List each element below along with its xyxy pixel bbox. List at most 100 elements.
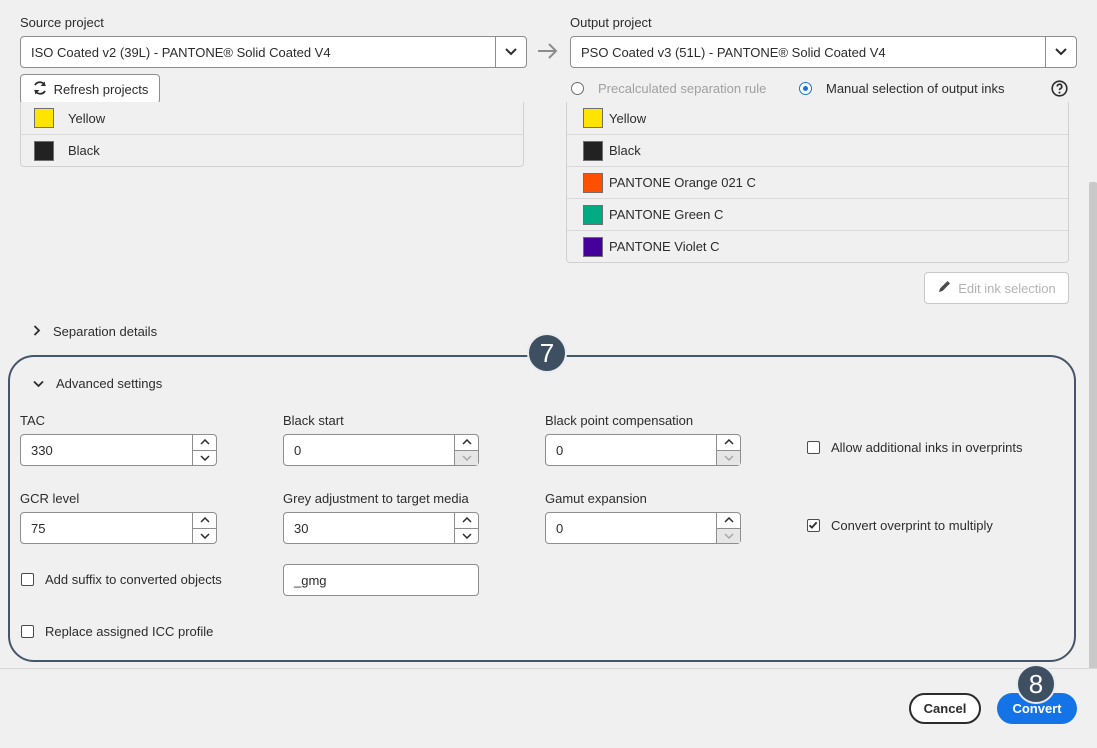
add-suffix-checkbox[interactable]: Add suffix to converted objects (21, 572, 222, 587)
radio-precalculated-label: Precalculated separation rule (598, 81, 767, 96)
increment-button[interactable] (717, 513, 740, 528)
convert-overprint-checkbox[interactable]: Convert overprint to multiply (807, 518, 993, 533)
convert-overprint-label: Convert overprint to multiply (831, 518, 993, 533)
bpc-value[interactable]: 0 (546, 435, 716, 465)
ink-swatch (34, 140, 54, 161)
callout-badge-8: 8 (1016, 664, 1056, 704)
increment-button[interactable] (455, 513, 478, 528)
gcr-label: GCR level (20, 491, 80, 506)
ink-name: PANTONE Violet C (609, 239, 720, 254)
increment-button[interactable] (717, 435, 740, 450)
decrement-button[interactable] (455, 527, 478, 544)
black-start-stepper[interactable]: 0 (283, 434, 479, 466)
replace-icc-checkbox-control[interactable] (21, 625, 34, 638)
tac-label: TAC (20, 413, 46, 428)
increment-button[interactable] (193, 435, 216, 450)
add-suffix-label: Add suffix to converted objects (45, 572, 222, 587)
refresh-icon (32, 80, 48, 99)
replace-icc-checkbox[interactable]: Replace assigned ICC profile (21, 624, 213, 639)
increment-button[interactable] (455, 435, 478, 450)
ink-name: Yellow (68, 110, 106, 126)
decrement-button[interactable] (455, 449, 478, 465)
list-item: Yellow (567, 102, 1068, 134)
source-project-label: Source project (20, 15, 104, 30)
list-item: Yellow (21, 102, 523, 134)
allow-inks-checkbox-control[interactable] (807, 441, 820, 454)
ink-name: PANTONE Green C (609, 207, 724, 222)
refresh-projects-label: Refresh projects (53, 81, 149, 97)
chevron-down-icon[interactable] (495, 37, 526, 67)
convert-overprint-checkbox-control[interactable] (807, 519, 820, 532)
bpc-stepper[interactable]: 0 (545, 434, 741, 466)
radio-manual[interactable]: Manual selection of output inks (799, 81, 1005, 96)
callout-badge-7: 7 (527, 333, 567, 373)
radio-precalculated-control[interactable] (571, 82, 584, 95)
list-item: Black (21, 134, 523, 166)
refresh-projects-button[interactable]: Refresh projects (20, 74, 160, 104)
ink-swatch (34, 108, 54, 128)
tac-stepper[interactable]: 330 (20, 434, 217, 466)
pencil-icon (937, 279, 952, 297)
output-ink-list: Yellow Black PANTONE Orange 021 C PANTON… (566, 102, 1069, 263)
gcr-value[interactable]: 75 (21, 513, 192, 543)
decrement-button[interactable] (717, 527, 740, 543)
gamut-expansion-label: Gamut expansion (545, 491, 647, 506)
list-item: PANTONE Violet C (567, 230, 1068, 262)
suffix-input[interactable]: _gmg (283, 564, 479, 596)
separation-details-label: Separation details (53, 324, 158, 339)
chevron-down-icon[interactable] (1045, 37, 1076, 67)
ink-swatch (583, 236, 603, 257)
decrement-button[interactable] (193, 449, 216, 466)
radio-manual-control[interactable] (799, 82, 812, 95)
gamut-expansion-stepper[interactable]: 0 (545, 512, 741, 544)
footer-divider (0, 668, 1097, 669)
bpc-label: Black point compensation (545, 413, 694, 428)
ink-swatch (583, 172, 603, 193)
source-project-value: ISO Coated v2 (39L) - PANTONE® Solid Coa… (31, 44, 331, 60)
cancel-button[interactable]: Cancel (909, 693, 981, 724)
allow-inks-checkbox[interactable]: Allow additional inks in overprints (807, 440, 1022, 455)
radio-precalculated[interactable]: Precalculated separation rule (571, 81, 766, 96)
ink-name: Black (609, 143, 641, 158)
advanced-settings-toggle[interactable]: Advanced settings (33, 376, 162, 391)
add-suffix-checkbox-control[interactable] (21, 573, 34, 586)
black-start-value[interactable]: 0 (284, 435, 454, 465)
grey-adjustment-value[interactable]: 30 (284, 513, 454, 543)
chevron-right-icon (33, 324, 41, 339)
ink-name: Yellow (609, 110, 647, 126)
ink-swatch (583, 108, 603, 128)
tac-value[interactable]: 330 (21, 435, 192, 465)
source-project-select[interactable]: ISO Coated v2 (39L) - PANTONE® Solid Coa… (20, 36, 527, 68)
allow-inks-label: Allow additional inks in overprints (831, 440, 1023, 455)
ink-name: Black (68, 143, 100, 158)
gcr-stepper[interactable]: 75 (20, 512, 217, 544)
edit-ink-selection-button[interactable]: Edit ink selection (924, 272, 1069, 304)
help-icon[interactable] (1051, 80, 1068, 100)
list-item: PANTONE Green C (567, 198, 1068, 230)
separation-details-toggle[interactable]: Separation details (33, 324, 157, 339)
replace-icc-label: Replace assigned ICC profile (45, 624, 214, 639)
arrow-right-icon (536, 41, 560, 64)
grey-adjustment-stepper[interactable]: 30 (283, 512, 479, 544)
decrement-button[interactable] (193, 527, 216, 544)
edit-ink-selection-label: Edit ink selection (958, 280, 1056, 296)
output-project-value: PSO Coated v3 (51L) - PANTONE® Solid Coa… (581, 44, 886, 60)
advanced-settings-label: Advanced settings (56, 376, 163, 391)
list-item: PANTONE Orange 021 C (567, 166, 1068, 198)
ink-swatch (583, 140, 603, 161)
radio-manual-label: Manual selection of output inks (826, 81, 1005, 96)
chevron-down-icon (33, 376, 44, 391)
ink-swatch (583, 204, 603, 225)
output-project-label: Output project (570, 15, 652, 30)
gamut-expansion-value[interactable]: 0 (546, 513, 716, 543)
scrollbar-thumb[interactable] (1089, 182, 1097, 669)
source-ink-list: Yellow Black (20, 102, 524, 167)
ink-name: PANTONE Orange 021 C (609, 175, 756, 190)
advanced-settings-highlight (8, 355, 1076, 662)
decrement-button[interactable] (717, 449, 740, 465)
list-item: Black (567, 134, 1068, 166)
black-start-label: Black start (283, 413, 344, 428)
grey-adjustment-label: Grey adjustment to target media (283, 491, 469, 506)
output-project-select[interactable]: PSO Coated v3 (51L) - PANTONE® Solid Coa… (570, 36, 1077, 68)
increment-button[interactable] (193, 513, 216, 528)
